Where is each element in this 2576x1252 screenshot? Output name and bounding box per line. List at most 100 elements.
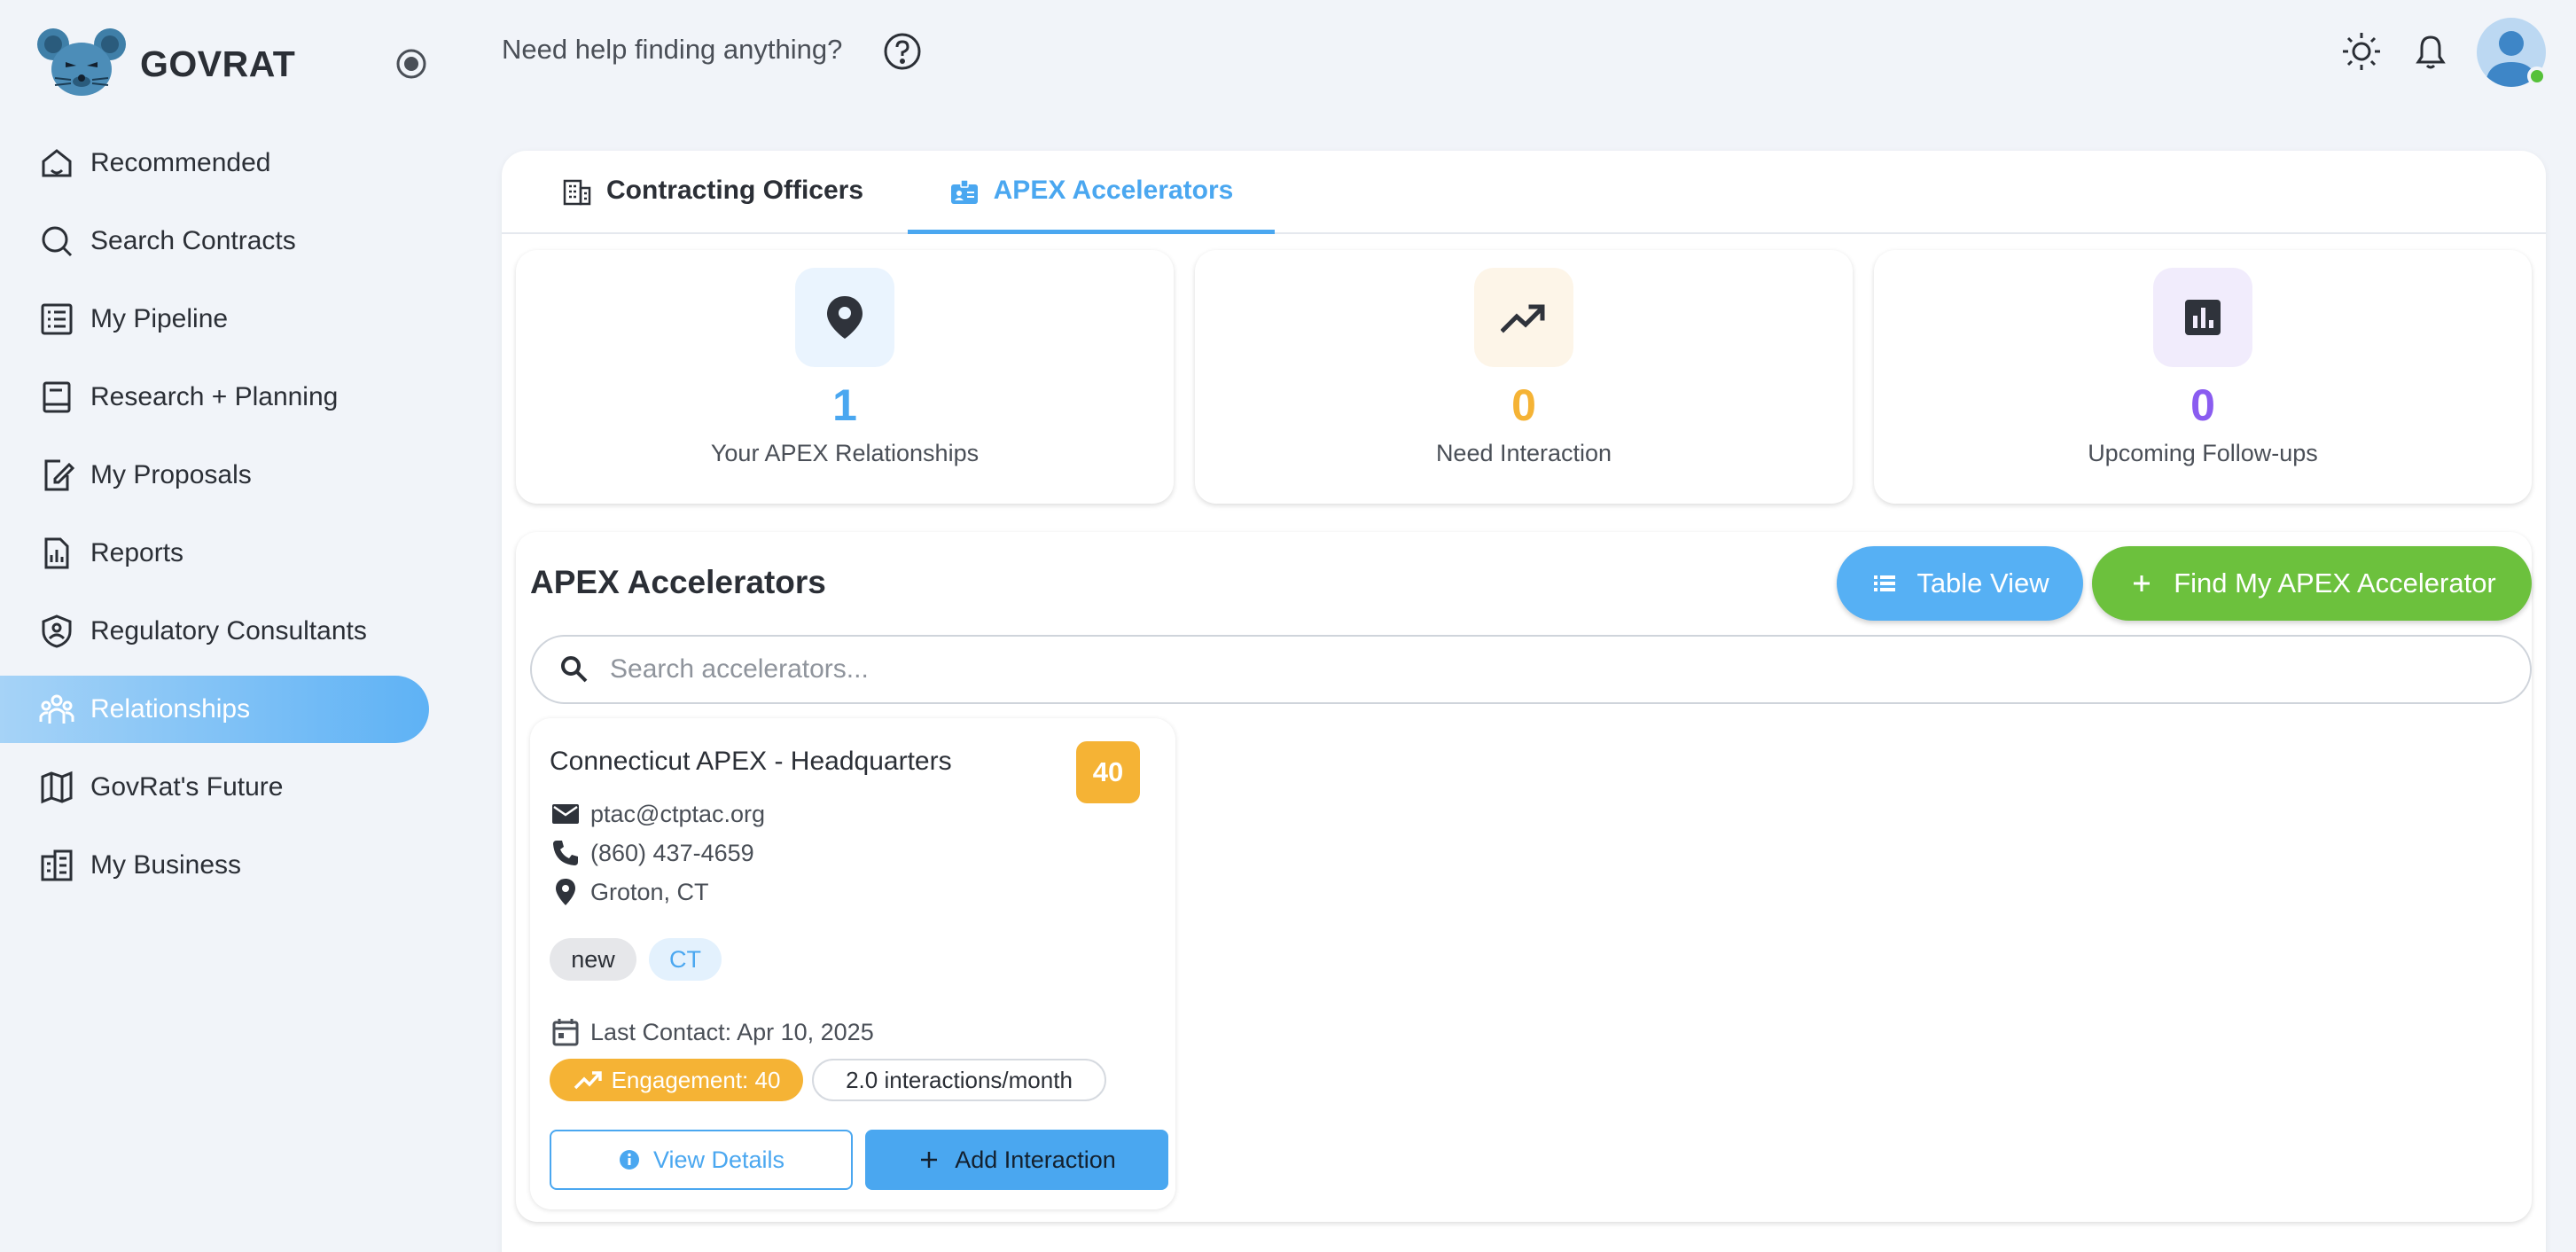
rat-logo-icon: [37, 28, 126, 96]
tag-chip: new: [550, 938, 636, 981]
sidebar-item-label: Reports: [90, 538, 184, 567]
email-value: ptac@ctptac.org: [590, 800, 766, 827]
online-status-indicator: [2527, 67, 2547, 86]
accelerator-card[interactable]: Connecticut APEX - Headquarters 40 ptac@…: [530, 718, 1175, 1209]
interaction-rate-badge: 2.0 interactions/month: [812, 1059, 1106, 1101]
search-input[interactable]: [610, 654, 2471, 685]
section-title: APEX Accelerators: [530, 564, 826, 600]
search-icon: [42, 226, 73, 257]
sidebar-nav: Recommended Search Contracts My Pipeline…: [0, 129, 443, 910]
sidebar-toggle-icon[interactable]: [394, 46, 429, 82]
phone-value: (860) 437-4659: [590, 839, 754, 866]
tab-label: APEX Accelerators: [993, 176, 1234, 205]
sidebar-item-label: GovRat's Future: [90, 772, 284, 802]
sidebar-item-label: Search Contracts: [90, 226, 296, 255]
email-row[interactable]: ptac@ctptac.org: [550, 798, 765, 830]
main-panel: Contracting Officers APEX Accelerators 1…: [502, 151, 2546, 1252]
sidebar-item-my-pipeline[interactable]: My Pipeline: [0, 286, 443, 353]
stat-value: 0: [1511, 380, 1536, 430]
stat-value: 0: [2190, 380, 2215, 430]
bar-chart-icon: [2185, 300, 2221, 335]
tab-contracting-officers[interactable]: Contracting Officers: [562, 176, 863, 234]
last-contact-row: Last Contact: Apr 10, 2025: [550, 1016, 874, 1048]
building-icon: [563, 179, 591, 206]
stat-icon-box: [1474, 268, 1573, 367]
find-accelerator-button[interactable]: Find My APEX Accelerator: [2092, 546, 2532, 621]
location-pin-icon: [556, 879, 575, 905]
score-badge: 40: [1076, 741, 1140, 803]
help-prompt: Need help finding anything?: [502, 34, 843, 65]
sidebar-item-my-business[interactable]: My Business: [0, 832, 443, 899]
home-icon: [42, 149, 72, 177]
table-view-button[interactable]: Table View: [1837, 546, 2083, 621]
map-icon: [41, 771, 73, 804]
sidebar-item-reports[interactable]: Reports: [0, 520, 443, 587]
search-icon: [561, 656, 588, 683]
sidebar-item-relationships[interactable]: Relationships: [0, 676, 429, 743]
email-icon: [552, 804, 579, 824]
button-label: Find My APEX Accelerator: [2174, 567, 2496, 599]
people-icon: [39, 694, 74, 724]
engagement-value: Engagement: 40: [611, 1066, 781, 1093]
location-pin-icon: [827, 296, 863, 339]
button-label: Add Interaction: [955, 1146, 1116, 1173]
book-icon: [43, 381, 71, 413]
tab-apex-accelerators[interactable]: APEX Accelerators: [908, 176, 1275, 234]
trending-up-icon: [574, 1071, 602, 1090]
bell-icon[interactable]: [2409, 30, 2452, 73]
sidebar-item-recommended[interactable]: Recommended: [0, 129, 443, 197]
sidebar-item-label: Relationships: [90, 694, 251, 724]
sidebar-item-regulatory-consultants[interactable]: Regulatory Consultants: [0, 598, 443, 665]
search-field[interactable]: [530, 635, 2532, 704]
location-value: Groton, CT: [590, 878, 709, 905]
plus-icon: [921, 1152, 938, 1168]
tab-bar: Contracting Officers APEX Accelerators: [502, 151, 2546, 234]
sidebar-item-my-proposals[interactable]: My Proposals: [0, 442, 443, 509]
phone-row[interactable]: (860) 437-4659: [550, 837, 754, 869]
stat-card-relationships: 1 Your APEX Relationships: [516, 250, 1174, 504]
report-icon: [44, 537, 69, 569]
info-icon: [619, 1150, 639, 1170]
list-view-icon: [1874, 575, 1896, 591]
sun-icon[interactable]: [2340, 30, 2383, 73]
sidebar-item-research-planning[interactable]: Research + Planning: [0, 364, 443, 431]
stat-card-upcoming-follow-ups: 0 Upcoming Follow-ups: [1874, 250, 2532, 504]
app-name: GOVRAT: [140, 43, 296, 84]
list-icon: [41, 303, 73, 335]
sidebar-item-govrats-future[interactable]: GovRat's Future: [0, 754, 443, 821]
view-details-button[interactable]: View Details: [550, 1130, 853, 1190]
edit-document-icon: [44, 459, 74, 491]
stat-card-need-interaction: 0 Need Interaction: [1195, 250, 1853, 504]
sidebar-item-search-contracts[interactable]: Search Contracts: [0, 207, 443, 275]
phone-icon: [553, 841, 578, 865]
building-icon: [41, 849, 73, 881]
stat-icon-box: [795, 268, 894, 367]
accelerators-section: APEX Accelerators Table View Find My APE…: [516, 532, 2532, 1222]
engagement-badge: Engagement: 40: [550, 1059, 803, 1101]
stat-value: 1: [832, 380, 857, 430]
location-row: Groton, CT: [550, 876, 709, 908]
last-contact-value: Last Contact: Apr 10, 2025: [590, 1018, 874, 1045]
sidebar-item-label: My Proposals: [90, 460, 252, 489]
tag-chip: CT: [649, 938, 722, 981]
sidebar-item-label: Research + Planning: [90, 382, 339, 411]
sidebar-item-label: My Business: [90, 850, 242, 880]
stat-label: Need Interaction: [1435, 440, 1612, 466]
help-icon[interactable]: [883, 32, 922, 71]
brand[interactable]: GOVRAT: [35, 27, 295, 101]
shield-person-icon: [42, 614, 72, 648]
stat-icon-box: [2153, 268, 2252, 367]
add-interaction-button[interactable]: Add Interaction: [865, 1130, 1168, 1190]
button-label: Table View: [1916, 567, 2049, 599]
sidebar-item-label: Recommended: [90, 148, 271, 177]
accelerator-name: Connecticut APEX - Headquarters: [550, 747, 952, 776]
stat-label: Your APEX Relationships: [710, 440, 980, 466]
calendar-icon: [552, 1019, 579, 1046]
badge-icon: [950, 179, 978, 204]
sidebar-item-label: Regulatory Consultants: [90, 616, 367, 646]
plus-icon: [2134, 575, 2151, 591]
stat-label: Upcoming Follow-ups: [2088, 440, 2318, 466]
button-label: View Details: [652, 1146, 785, 1173]
sidebar: GOVRAT Recommended Search Contracts My P…: [0, 0, 443, 1252]
tab-label: Contracting Officers: [606, 176, 864, 205]
